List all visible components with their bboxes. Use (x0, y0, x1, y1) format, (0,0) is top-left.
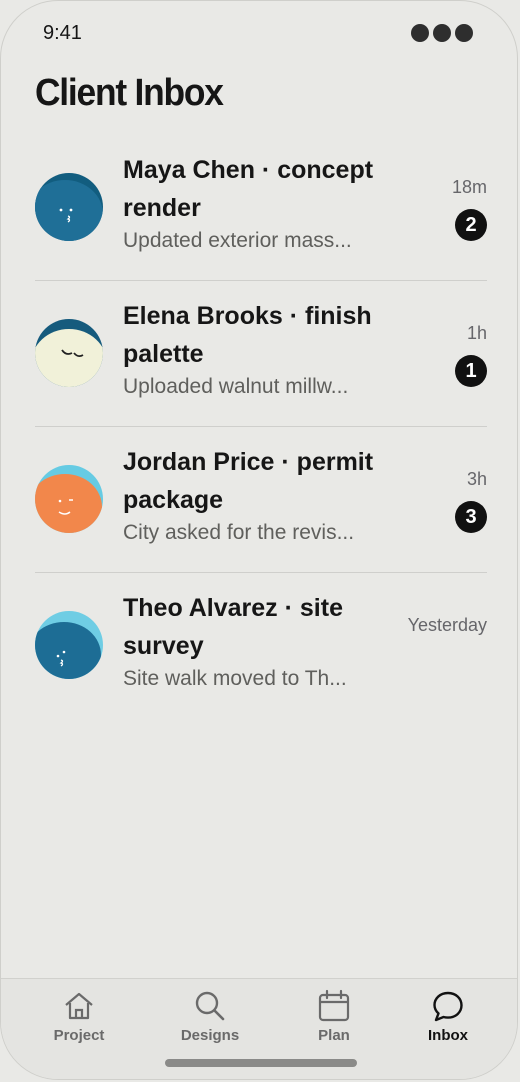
thread-time: 18m (451, 177, 487, 197)
calendar-icon (318, 989, 350, 1022)
status-dot-icon (411, 24, 429, 42)
avatar (35, 611, 103, 679)
thread-time: 1h (466, 323, 487, 343)
thread-list: Maya Chen · concept render Updated exter… (35, 135, 487, 718)
avatar (35, 173, 103, 241)
tab-bar: Project Designs Plan Inbox (1, 978, 517, 1079)
avatar (35, 465, 103, 533)
thread-row[interactable]: Elena Brooks · finish palette Uploaded w… (35, 281, 487, 427)
tab-designs[interactable]: Designs (155, 989, 265, 1044)
thread-name: Jordan Price · permit package (123, 448, 374, 514)
tab-project[interactable]: Project (24, 989, 134, 1044)
chat-bubble-icon (433, 991, 463, 1022)
home-indicator[interactable] (165, 1059, 357, 1067)
thread-preview: Site walk moved to Th... (123, 667, 347, 690)
status-bar: 9:41 (43, 19, 473, 47)
thread-row[interactable]: Jordan Price · permit package City asked… (35, 427, 487, 573)
avatar-face-icon (35, 611, 103, 679)
status-time: 9:41 (43, 22, 82, 44)
home-icon (65, 992, 93, 1020)
thread-time: Yesterday (407, 615, 487, 635)
thread-time: 3h (466, 469, 487, 489)
page-title: Client Inbox (35, 72, 224, 114)
thread-row[interactable]: Maya Chen · concept render Updated exter… (35, 135, 487, 281)
tab-label: Designs (180, 1027, 240, 1044)
thread-row[interactable]: Theo Alvarez · site survey Site walk mov… (35, 573, 487, 718)
status-dot-icon (455, 24, 473, 42)
unread-badge: 1 (455, 355, 487, 387)
tab-inbox[interactable]: Inbox (393, 989, 503, 1044)
search-icon (195, 991, 225, 1021)
tab-plan[interactable]: Plan (279, 989, 389, 1044)
phone-frame: 9:41 Client Inbox Maya Chen · concept re… (0, 0, 518, 1080)
thread-preview: Updated exterior mass... (123, 229, 352, 252)
avatar-face-icon (35, 319, 103, 387)
thread-name: Elena Brooks · finish palette (123, 302, 372, 368)
status-dot-icon (433, 24, 451, 42)
avatar (35, 319, 103, 387)
tab-label: Inbox (428, 1027, 468, 1044)
status-indicators (411, 24, 473, 42)
thread-name: Theo Alvarez · site survey (123, 594, 343, 660)
avatar-face-icon (35, 465, 103, 533)
thread-name: Maya Chen · concept render (123, 156, 374, 222)
unread-badge: 3 (455, 501, 487, 533)
thread-preview: Uploaded walnut millw... (123, 375, 349, 398)
tab-label: Plan (318, 1027, 350, 1044)
tab-label: Project (53, 1027, 105, 1044)
avatar-face-icon (35, 173, 103, 241)
unread-badge: 2 (455, 209, 487, 241)
thread-preview: City asked for the revis... (123, 521, 355, 544)
